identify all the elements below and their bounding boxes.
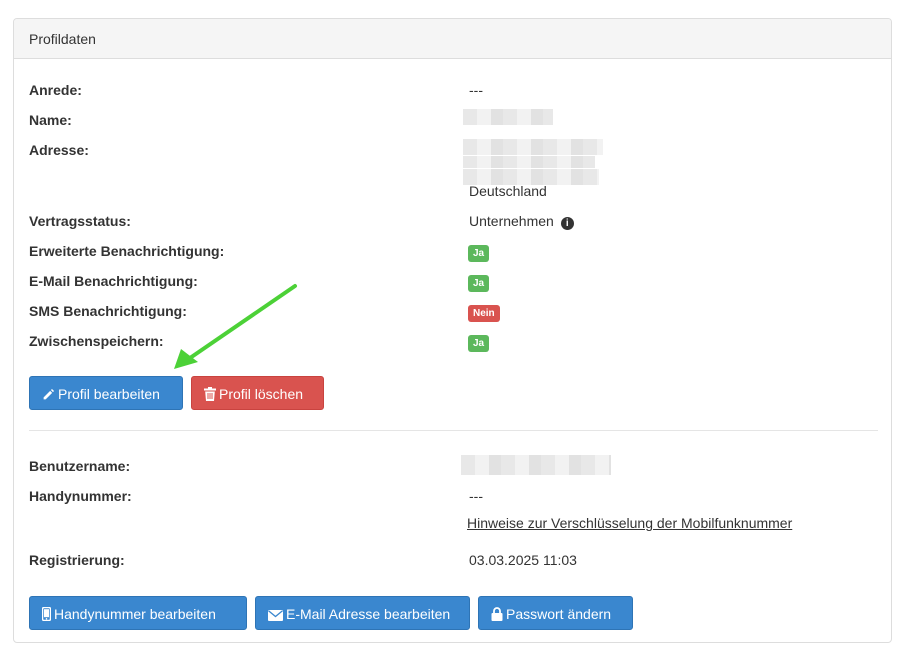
vertragsstatus-label: Vertragsstatus: xyxy=(29,213,131,229)
email-benachrichtigung-value: Ja xyxy=(468,271,490,292)
delete-profile-button[interactable]: Profil löschen xyxy=(191,376,324,410)
handynummer-label: Handynummer: xyxy=(29,488,132,504)
zwischenspeichern-label: Zwischenspeichern: xyxy=(29,333,164,349)
address-line2-redacted xyxy=(463,156,595,168)
change-password-button[interactable]: Passwort ändern xyxy=(478,596,633,630)
anrede-value: --- xyxy=(469,82,483,98)
status-badge: Ja xyxy=(468,245,490,262)
envelope-icon xyxy=(268,610,283,621)
status-badge: Ja xyxy=(468,275,490,292)
erweiterte-benachrichtigung-label: Erweiterte Benachrichtigung: xyxy=(29,243,225,259)
mobile-icon xyxy=(41,606,52,622)
sms-benachrichtigung-label: SMS Benachrichtigung: xyxy=(29,303,187,319)
erweiterte-benachrichtigung-value: Ja xyxy=(468,241,490,262)
name-value-redacted xyxy=(463,109,553,125)
registrierung-label: Registrierung: xyxy=(29,552,125,568)
registrierung-value: 03.03.2025 11:03 xyxy=(469,552,577,568)
name-label: Name: xyxy=(29,112,72,128)
info-circle-icon[interactable]: i xyxy=(560,217,574,230)
status-badge: Ja xyxy=(468,335,490,352)
edit-phone-button[interactable]: Handynummer bearbeiten xyxy=(29,596,247,630)
edit-profile-button[interactable]: Profil bearbeiten xyxy=(29,376,183,410)
delete-profile-label: Profil löschen xyxy=(219,386,304,402)
change-password-label: Passwort ändern xyxy=(506,606,612,622)
edit-email-label: E-Mail Adresse bearbeiten xyxy=(286,606,451,622)
vertragsstatus-value: Unternehmen i xyxy=(469,211,574,231)
edit-email-button[interactable]: E-Mail Adresse bearbeiten xyxy=(255,596,470,630)
username-value-redacted xyxy=(461,455,611,475)
sms-benachrichtigung-value: Nein xyxy=(468,301,500,322)
zwischenspeichern-value: Ja xyxy=(468,331,490,352)
pencil-icon xyxy=(43,388,55,400)
adresse-country: Deutschland xyxy=(469,183,547,199)
benutzername-label: Benutzername: xyxy=(29,458,131,474)
status-badge: Nein xyxy=(468,305,500,322)
section-divider xyxy=(29,430,878,431)
edit-profile-label: Profil bearbeiten xyxy=(58,386,160,402)
anrede-label: Anrede: xyxy=(29,82,82,98)
address-line1-redacted xyxy=(463,139,603,155)
profile-panel: Profildaten Anrede: --- Name: Adresse: D… xyxy=(13,18,892,643)
adresse-label: Adresse: xyxy=(29,142,89,158)
edit-phone-label: Handynummer bearbeiten xyxy=(54,606,216,622)
vertragsstatus-text: Unternehmen xyxy=(469,213,554,229)
panel-title: Profildaten xyxy=(14,19,891,59)
trash-icon xyxy=(204,387,216,401)
email-benachrichtigung-label: E-Mail Benachrichtigung: xyxy=(29,273,198,289)
phone-encryption-hint-link[interactable]: Hinweise zur Verschlüsselung der Mobilfu… xyxy=(467,515,792,531)
lock-icon xyxy=(491,607,503,621)
handynummer-value: --- xyxy=(469,488,483,504)
phone-hint-link-wrapper: Hinweise zur Verschlüsselung der Mobilfu… xyxy=(467,513,792,533)
